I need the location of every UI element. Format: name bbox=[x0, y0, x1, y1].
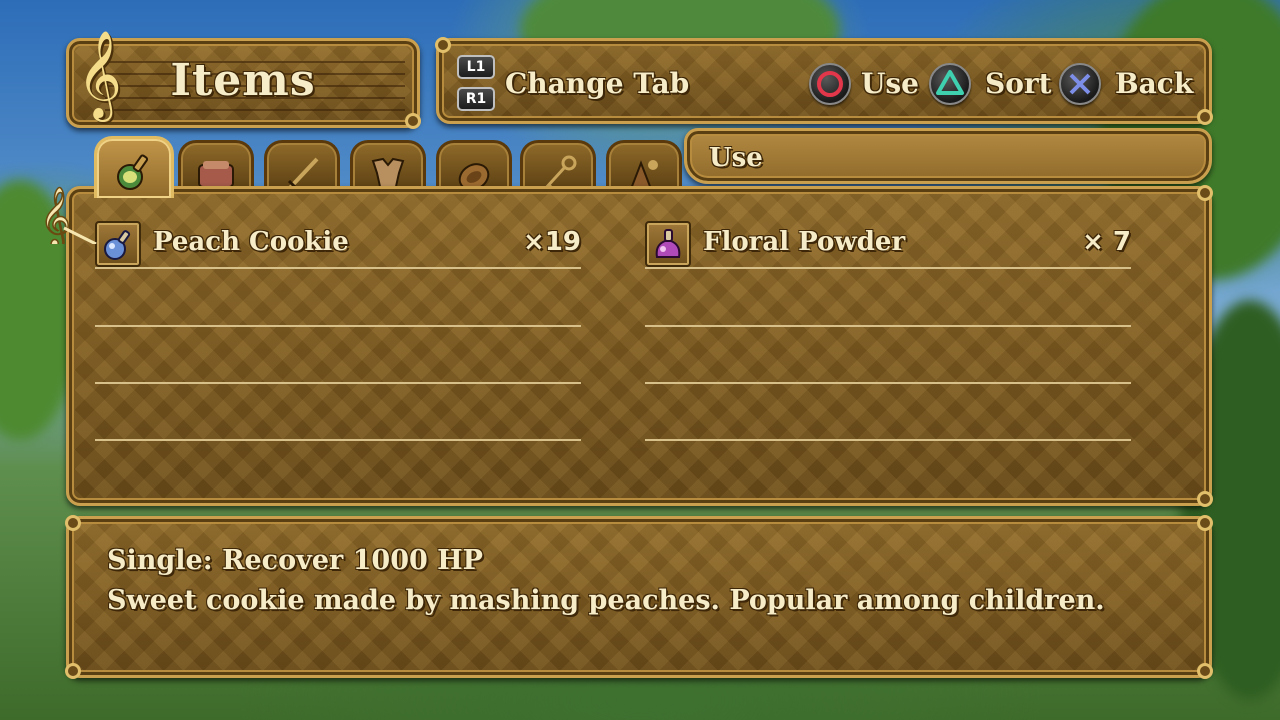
corner-ornament bbox=[1197, 663, 1213, 679]
controls-bar: L1 R1 Change Tab Use Sort Back bbox=[435, 37, 1213, 125]
purple-potion-icon bbox=[645, 221, 691, 267]
description-effect: Single: Recover 1000 HP bbox=[107, 545, 483, 576]
list-item-empty[interactable] bbox=[645, 383, 1131, 441]
page-title: Items bbox=[170, 55, 316, 106]
l1-button-icon[interactable]: L1 bbox=[457, 55, 495, 79]
sort-label: Sort bbox=[985, 67, 1052, 100]
cross-button-icon[interactable] bbox=[1059, 63, 1101, 105]
back-label: Back bbox=[1115, 67, 1194, 100]
corner-ornament bbox=[1197, 515, 1213, 531]
corner-ornament bbox=[1197, 109, 1213, 125]
svg-text:𝄞: 𝄞 bbox=[40, 187, 71, 244]
item-name: Floral Powder bbox=[703, 227, 906, 257]
list-item-empty[interactable] bbox=[645, 269, 1131, 327]
tab-scrolls[interactable] bbox=[178, 140, 254, 192]
tab-accessories[interactable] bbox=[436, 140, 512, 192]
corner-ornament bbox=[405, 113, 421, 129]
corner-ornament bbox=[65, 663, 81, 679]
description-panel: Single: Recover 1000 HP Sweet cookie mad… bbox=[65, 515, 1213, 679]
potion-icon bbox=[117, 154, 149, 190]
tab-key-items[interactable] bbox=[520, 140, 596, 192]
corner-ornament bbox=[1197, 185, 1213, 201]
category-label: Use bbox=[709, 143, 763, 173]
tab-misc[interactable] bbox=[606, 140, 682, 192]
list-item-empty[interactable] bbox=[95, 269, 581, 327]
tab-use-items[interactable] bbox=[94, 136, 174, 198]
list-item[interactable]: Peach Cookie ×19 bbox=[95, 211, 581, 269]
corner-ornament bbox=[65, 515, 81, 531]
tab-armor[interactable] bbox=[350, 140, 426, 192]
description-text: Sweet cookie made by mashing peaches. Po… bbox=[107, 585, 1105, 616]
triangle-button-icon[interactable] bbox=[929, 63, 971, 105]
treble-clef-cursor-icon: 𝄞 bbox=[39, 186, 97, 244]
title-panel: 𝄞 Items bbox=[66, 29, 421, 129]
use-label: Use bbox=[861, 67, 919, 100]
blue-potion-icon bbox=[95, 221, 141, 267]
item-quantity: ×19 bbox=[523, 227, 581, 257]
list-item-empty[interactable] bbox=[95, 383, 581, 441]
tab-weapons[interactable] bbox=[264, 140, 340, 192]
r1-button-icon[interactable]: R1 bbox=[457, 87, 495, 111]
item-list-panel: Peach Cookie ×19 Floral Powder × 7 bbox=[66, 185, 1213, 507]
corner-ornament bbox=[435, 37, 451, 53]
category-header: Use bbox=[684, 128, 1212, 184]
corner-ornament bbox=[1197, 491, 1213, 507]
circle-button-icon[interactable] bbox=[809, 63, 851, 105]
list-item[interactable]: Floral Powder × 7 bbox=[645, 211, 1131, 269]
item-name: Peach Cookie bbox=[153, 227, 349, 257]
item-quantity: × 7 bbox=[1082, 227, 1131, 257]
change-tab-label: Change Tab bbox=[505, 67, 690, 100]
list-item-empty[interactable] bbox=[95, 326, 581, 384]
list-item-empty[interactable] bbox=[645, 326, 1131, 384]
